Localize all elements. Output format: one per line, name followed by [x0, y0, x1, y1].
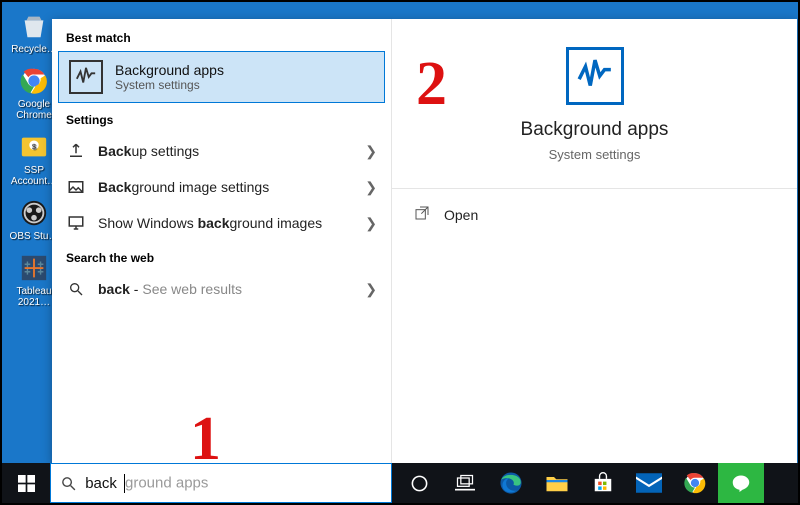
taskbar-app-store[interactable]	[580, 463, 626, 503]
result-text: Background image settings	[98, 179, 353, 195]
mail-icon	[636, 473, 662, 493]
desktop-icon-label: Recycle…	[11, 44, 57, 55]
taskbar-app-line[interactable]	[718, 463, 764, 503]
task-view-icon	[455, 474, 475, 492]
preview-header: 2 Background apps System settings	[392, 19, 797, 180]
taskbar-icons	[396, 463, 764, 503]
backup-icon	[66, 141, 86, 161]
text-caret	[124, 474, 125, 493]
best-match-title: Background apps	[115, 62, 224, 78]
best-match-label: Best match	[52, 21, 391, 51]
chevron-right-icon: ❯	[365, 281, 377, 298]
ssp-icon: $	[16, 129, 52, 165]
best-match-subtitle: System settings	[115, 78, 224, 92]
search-icon	[51, 475, 85, 492]
chevron-right-icon: ❯	[365, 215, 377, 232]
search-results-column: Best match Background apps System settin…	[52, 19, 392, 463]
settings-result-bg-image[interactable]: Background image settings ❯	[52, 169, 391, 205]
open-icon	[414, 205, 430, 224]
web-section-label: Search the web	[52, 241, 391, 271]
recycle-bin-icon	[16, 8, 52, 44]
preview-title: Background apps	[521, 119, 669, 141]
result-text: back - See web results	[98, 281, 353, 297]
chrome-icon	[16, 63, 52, 99]
settings-section-label: Settings	[52, 103, 391, 133]
taskbar-search-box[interactable]: ground apps	[50, 463, 392, 503]
taskbar-app-edge[interactable]	[488, 463, 534, 503]
chevron-right-icon: ❯	[365, 143, 377, 160]
result-text: Backup settings	[98, 143, 353, 159]
settings-result-backup[interactable]: Backup settings ❯	[52, 133, 391, 169]
cortana-button[interactable]	[396, 463, 442, 503]
store-icon	[592, 472, 614, 494]
task-view-button[interactable]	[442, 463, 488, 503]
preview-subtitle: System settings	[549, 147, 641, 162]
tableau-icon	[16, 250, 52, 286]
search-input[interactable]	[85, 475, 391, 492]
start-button[interactable]	[2, 463, 50, 503]
result-text: Show Windows background images	[98, 215, 353, 231]
best-match-result[interactable]: Background apps System settings	[58, 51, 385, 103]
picture-icon	[66, 177, 86, 197]
taskbar-app-chrome[interactable]	[672, 463, 718, 503]
preview-activity-icon	[566, 47, 624, 105]
search-flyout: Best match Background apps System settin…	[52, 19, 797, 463]
settings-activity-icon	[69, 60, 103, 94]
chrome-icon	[683, 471, 707, 495]
action-open[interactable]: Open	[392, 193, 797, 236]
search-preview-column: 2 Background apps System settings Open	[392, 19, 797, 463]
monitor-icon	[66, 213, 86, 233]
chevron-right-icon: ❯	[365, 179, 377, 196]
desktop: Recycle… Google Chrome $ SSP Account… OB…	[2, 2, 798, 503]
settings-result-show-bg-images[interactable]: Show Windows background images ❯	[52, 205, 391, 241]
windows-icon	[18, 475, 35, 492]
cortana-icon	[410, 474, 429, 493]
search-icon	[66, 279, 86, 299]
taskbar: ground apps	[2, 463, 798, 503]
action-label: Open	[444, 207, 478, 223]
annotation-2: 2	[416, 49, 447, 120]
taskbar-app-mail[interactable]	[626, 463, 672, 503]
line-icon	[729, 471, 753, 495]
taskbar-app-explorer[interactable]	[534, 463, 580, 503]
obs-icon	[16, 195, 52, 231]
preview-actions: Open	[392, 189, 797, 240]
web-result[interactable]: back - See web results ❯	[52, 271, 391, 307]
file-explorer-icon	[545, 472, 569, 494]
edge-icon	[498, 470, 524, 496]
